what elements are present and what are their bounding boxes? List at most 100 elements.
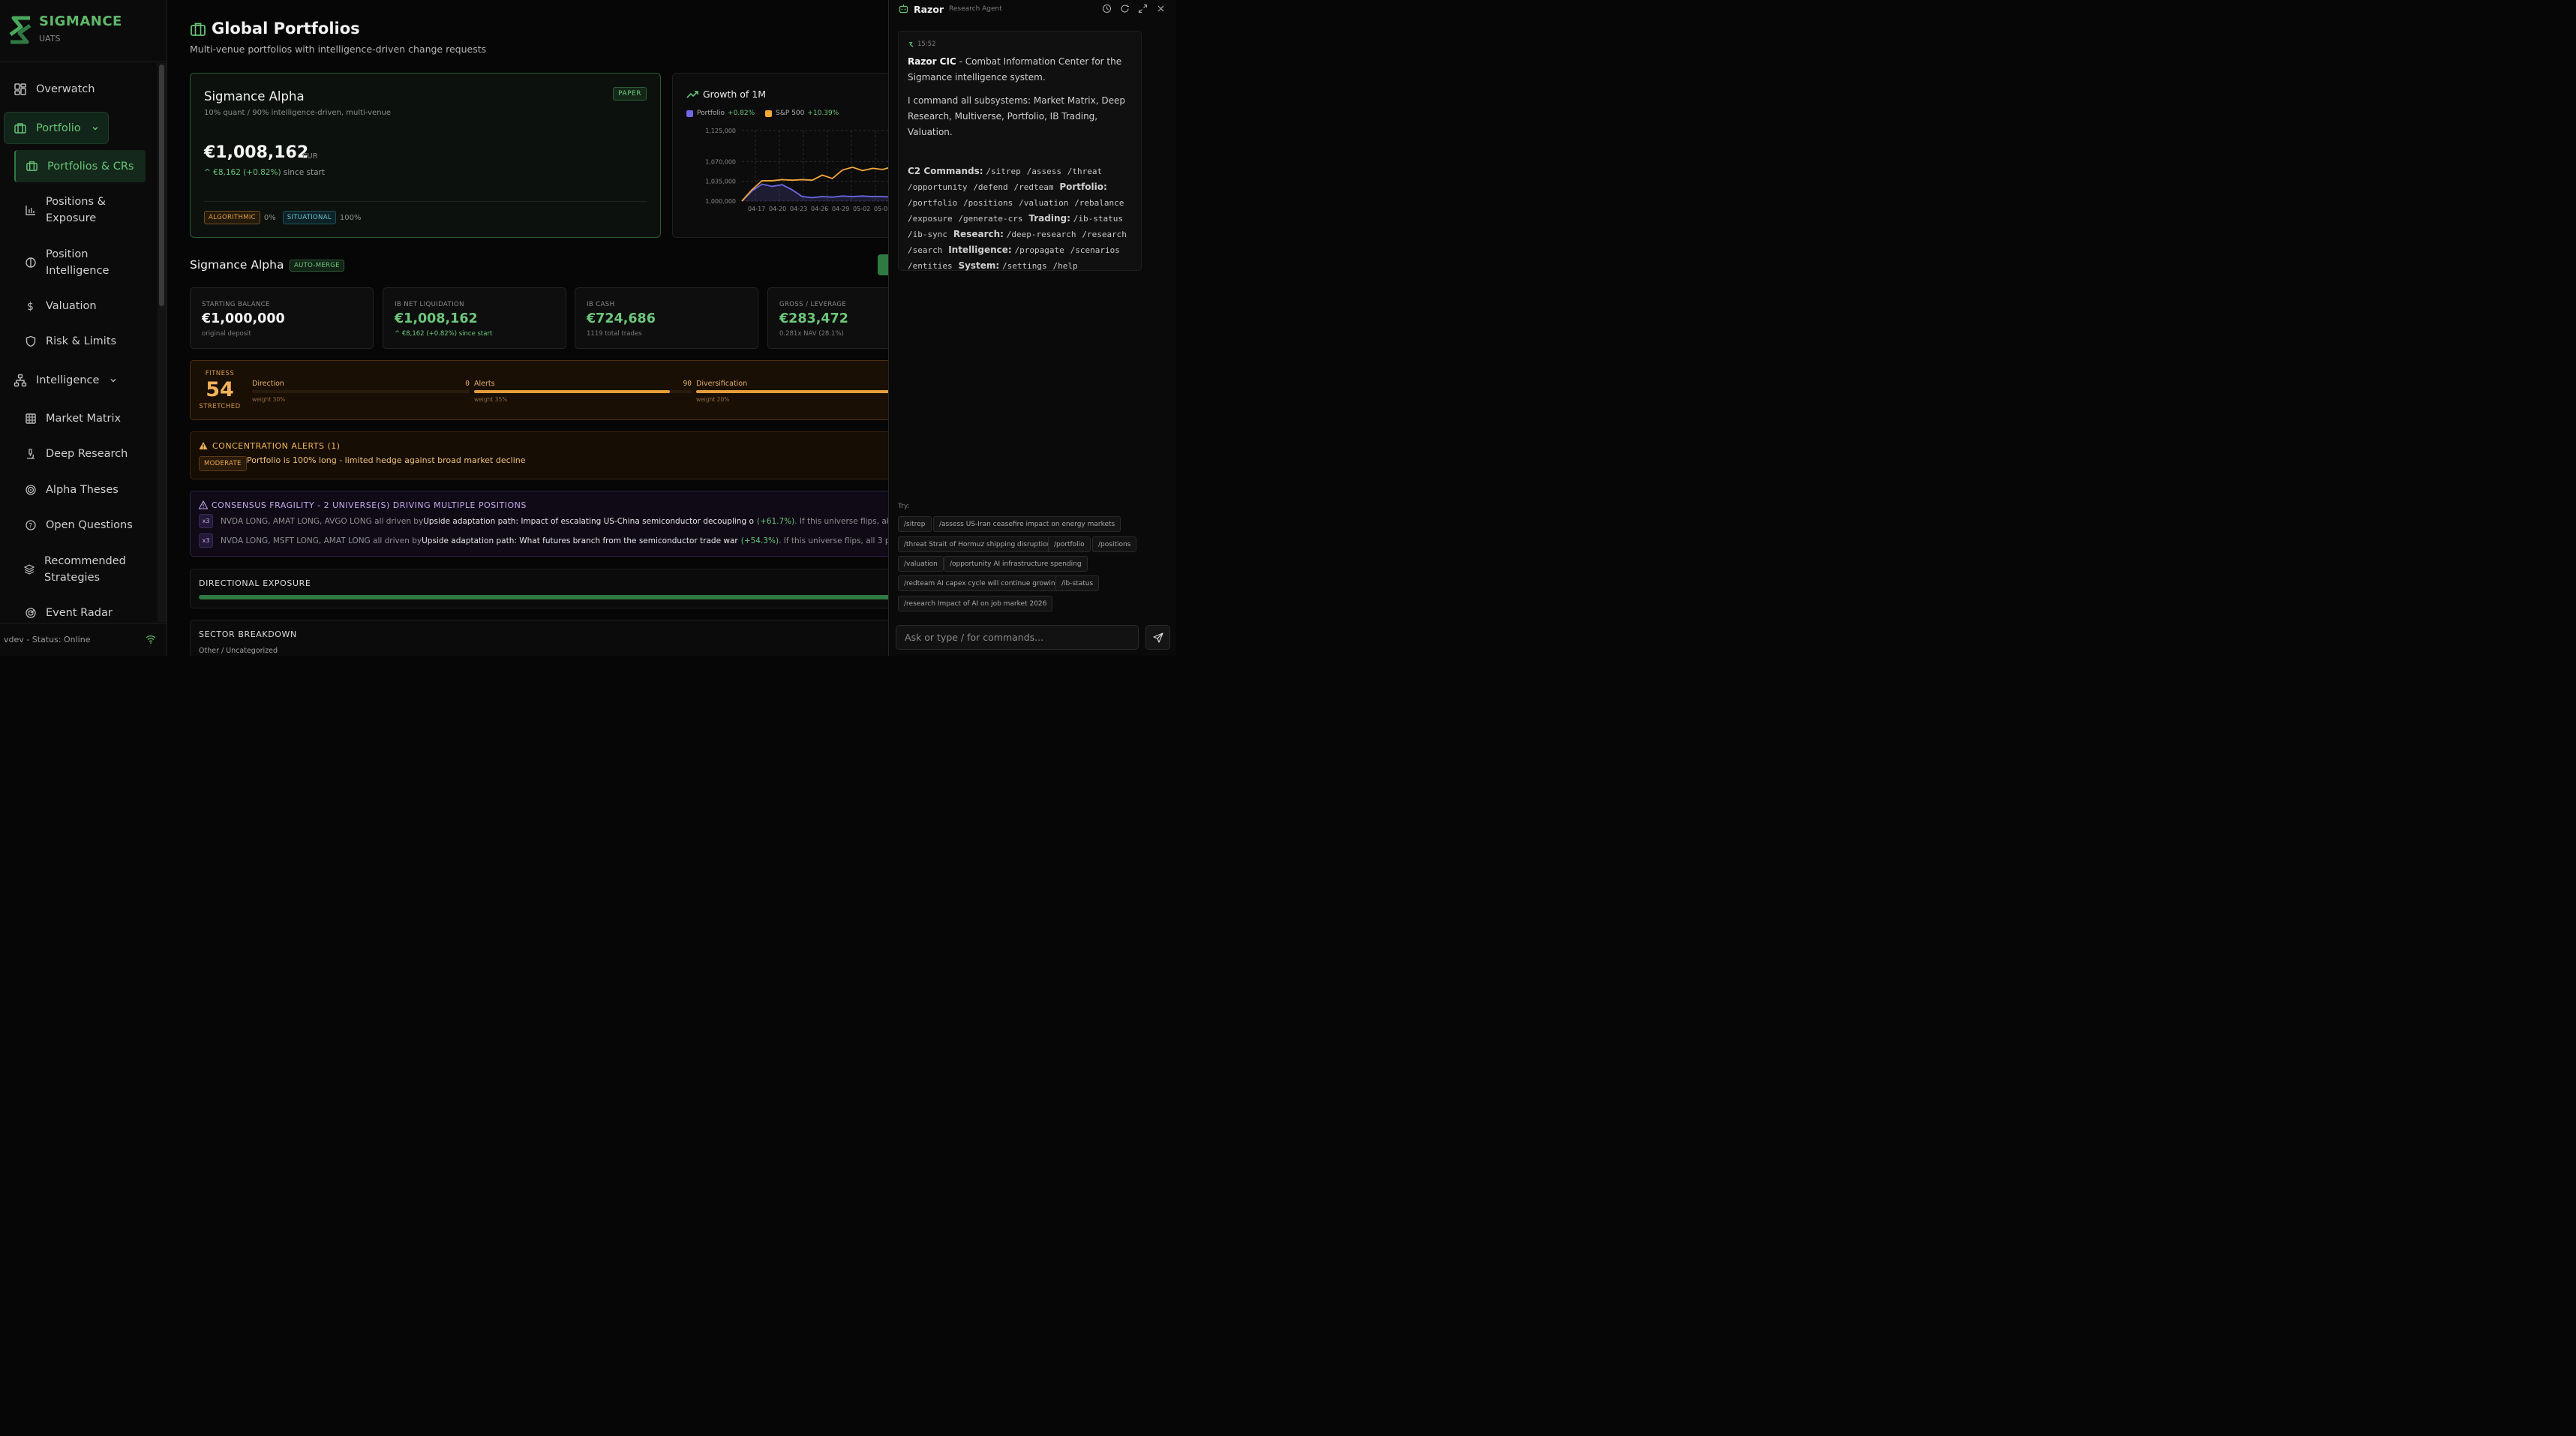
command-ib-status[interactable]: /ib-status bbox=[1073, 214, 1123, 224]
command-search[interactable]: /search bbox=[908, 245, 942, 255]
x-tick-label: 04-20 bbox=[769, 206, 786, 212]
x-tick-label: 04-23 bbox=[790, 206, 807, 212]
x-tick-label: 04-29 bbox=[832, 206, 849, 212]
command-settings[interactable]: /settings bbox=[1002, 261, 1047, 271]
command-deep-research[interactable]: /deep-research bbox=[1007, 230, 1076, 239]
command-generate-crs[interactable]: /generate-crs bbox=[958, 214, 1022, 224]
suggestion-chip[interactable]: /redteam AI capex cycle will continue gr… bbox=[898, 575, 1066, 591]
fragility-row[interactable]: x3 NVDA LONG, MSFT LONG, AMAT LONG all d… bbox=[199, 533, 888, 548]
portfolio-card[interactable]: Sigmance Alpha PAPER 10% quant / 90% int… bbox=[190, 73, 661, 238]
suggestion-chip[interactable]: /positions bbox=[1092, 536, 1137, 552]
count-badge: x3 bbox=[199, 514, 213, 528]
command-portfolio[interactable]: /portfolio bbox=[908, 198, 957, 208]
fitness-metric-alerts: Alerts 90 weight 35% bbox=[474, 361, 692, 421]
send-button[interactable] bbox=[1145, 625, 1170, 650]
situational-tag: SITUATIONAL bbox=[282, 211, 336, 224]
directional-title: DIRECTIONAL EXPOSURE bbox=[199, 578, 311, 588]
agent-role: Research Agent bbox=[949, 5, 1002, 13]
stat-card-gross-leverage: GROSS / LEVERAGE €283,472 0.281x NAV (28… bbox=[767, 287, 888, 349]
command-threat[interactable]: /threat bbox=[1067, 167, 1102, 176]
nav-item-portfolios-crs[interactable]: Portfolios & CRs bbox=[14, 150, 146, 182]
nav-label: Portfolio bbox=[36, 122, 81, 134]
command-sitrep[interactable]: /sitrep bbox=[986, 167, 1020, 176]
command-exposure[interactable]: /exposure bbox=[908, 214, 953, 224]
suggestion-chip[interactable]: /threat Strait of Hormuz shipping disrup… bbox=[898, 536, 1058, 552]
suggestion-chip[interactable]: /portfolio bbox=[1048, 536, 1091, 552]
suggestion-chip[interactable]: /sitrep bbox=[898, 516, 932, 532]
command-opportunity[interactable]: /opportunity bbox=[908, 182, 967, 192]
nav-item-positions-exposure[interactable]: Positions & Exposure bbox=[25, 194, 106, 227]
command-research[interactable]: /research bbox=[1082, 230, 1127, 239]
fragility-pct: (+54.3%) bbox=[740, 536, 779, 545]
message-time: 15:52 bbox=[908, 41, 936, 48]
command-positions[interactable]: /positions bbox=[963, 198, 1013, 208]
nav-item-overwatch[interactable]: Overwatch bbox=[14, 81, 95, 98]
auto-merge-badge: AUTO-MERGE bbox=[290, 260, 344, 272]
history-icon[interactable] bbox=[1102, 4, 1112, 14]
command-redteam[interactable]: /redteam bbox=[1014, 182, 1054, 192]
nav-item-risk-limits[interactable]: Risk & Limits bbox=[25, 333, 116, 350]
algorithmic-tag: ALGORITHMIC bbox=[204, 211, 260, 224]
microscope-icon bbox=[27, 449, 35, 459]
chevron-down-icon bbox=[110, 379, 116, 383]
brand-name: SIGMANCE bbox=[39, 14, 122, 29]
close-icon[interactable] bbox=[1156, 4, 1166, 14]
status-bar: vdev - Status: Online bbox=[0, 623, 167, 656]
nav-label-line: Intelligence bbox=[46, 265, 110, 277]
stat-sub: original deposit bbox=[202, 330, 251, 338]
stat-value: €283,472 bbox=[779, 311, 848, 326]
command-defend[interactable]: /defend bbox=[973, 182, 1007, 192]
command-propagate[interactable]: /propagate bbox=[1015, 245, 1064, 255]
briefcase-icon bbox=[26, 161, 38, 171]
suggestion-chip[interactable]: /assess US-Iran ceasefire impact on ener… bbox=[933, 516, 1121, 532]
sidebar: SIGMANCE UATS Overwatch Portfolio Portfo… bbox=[0, 0, 167, 656]
send-icon bbox=[1152, 632, 1163, 643]
nav-item-position-intelligence[interactable]: Position Intelligence bbox=[25, 246, 109, 279]
fragility-tail: . If this universe flips, all 3 position bbox=[794, 516, 888, 526]
wifi-icon bbox=[146, 635, 156, 644]
nav-item-recommended-strategies[interactable]: Recommended Strategies bbox=[23, 553, 126, 586]
directional-exposure: DIRECTIONAL EXPOSURE bbox=[190, 569, 888, 608]
bot-icon bbox=[899, 5, 908, 14]
message-bold: Razor CIC bbox=[908, 56, 956, 67]
nav-item-alpha-theses[interactable]: Alpha Theses bbox=[25, 482, 119, 498]
chat-input[interactable] bbox=[896, 625, 1139, 650]
command-ib-sync[interactable]: /ib-sync bbox=[908, 230, 947, 239]
nav-item-valuation[interactable]: $ Valuation bbox=[25, 298, 97, 314]
stat-value: €1,000,000 bbox=[202, 311, 285, 326]
nav-item-intelligence[interactable]: Intelligence bbox=[14, 372, 117, 389]
target-icon bbox=[26, 485, 36, 495]
nav-item-event-radar[interactable]: Event Radar bbox=[25, 605, 113, 621]
bot-icon bbox=[908, 41, 914, 47]
nav-item-open-questions[interactable]: ? Open Questions bbox=[25, 517, 133, 533]
nav-label-line: Strategies bbox=[44, 572, 101, 584]
network-icon bbox=[14, 374, 27, 387]
command-entities[interactable]: /entities bbox=[908, 261, 953, 271]
suggestion-chip[interactable]: /opportunity AI infrastructure spending bbox=[944, 556, 1088, 572]
sidebar-scrollbar-thumb[interactable] bbox=[159, 65, 164, 306]
suggestion-chip[interactable]: /valuation bbox=[898, 556, 944, 572]
nav-label: Deep Research bbox=[46, 448, 128, 460]
nav-item-portfolio[interactable]: Portfolio bbox=[4, 112, 109, 144]
stat-sub: 0.281x NAV (28.1%) bbox=[779, 330, 844, 338]
expand-icon[interactable] bbox=[1138, 4, 1148, 14]
fragility-driver: Upside adaptation path: What futures bra… bbox=[422, 536, 738, 545]
command-assess[interactable]: /assess bbox=[1027, 167, 1061, 176]
growth-chart-card: Growth of 1M Portfolio +0.82% S&P 500 +1… bbox=[672, 73, 888, 238]
command-rebalance[interactable]: /rebalance bbox=[1074, 198, 1124, 208]
legend-label: Portfolio bbox=[697, 110, 725, 117]
command-scenarios[interactable]: /scenarios bbox=[1070, 245, 1120, 255]
fragility-row[interactable]: x3 NVDA LONG, AMAT LONG, AVGO LONG all d… bbox=[199, 514, 888, 528]
command-valuation[interactable]: /valuation bbox=[1019, 198, 1068, 208]
fragility-driver: Upside adaptation path: Impact of escala… bbox=[423, 516, 754, 526]
refresh-icon[interactable] bbox=[1120, 4, 1130, 14]
action-button[interactable] bbox=[878, 254, 888, 275]
nav-item-market-matrix[interactable]: Market Matrix bbox=[25, 410, 121, 427]
nav-item-deep-research[interactable]: Deep Research bbox=[25, 446, 128, 462]
metric-value: 90 bbox=[683, 380, 692, 388]
command-help[interactable]: /help bbox=[1053, 261, 1078, 271]
suggestion-chip[interactable]: /ib-status bbox=[1055, 575, 1100, 591]
command-group-label: C2 Commands: bbox=[908, 166, 983, 176]
suggestion-chip[interactable]: /research Impact of AI on job market 202… bbox=[898, 596, 1053, 611]
growth-chart: 1,125,000 1,070,000 1,035,000 1,000,000 04-1… bbox=[705, 128, 888, 212]
